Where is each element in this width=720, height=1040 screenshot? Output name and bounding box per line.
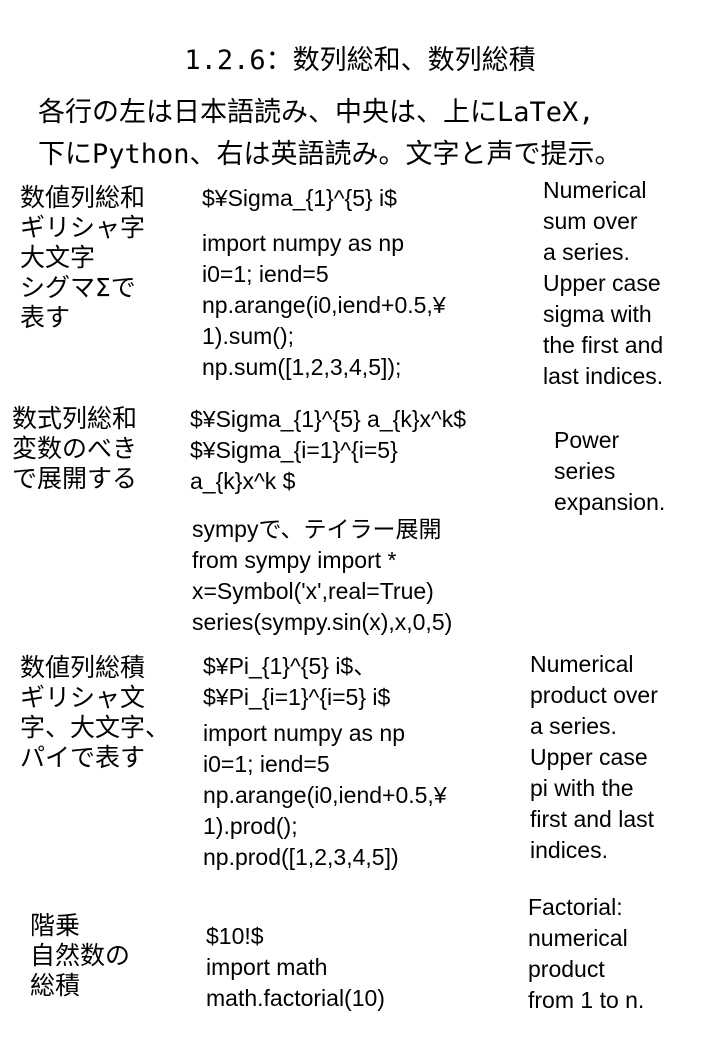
code-line: np.arange(i0,iend+0.5,¥ bbox=[203, 782, 447, 808]
row-series-latex: $¥Sigma_{1}^{5} a_{k}x^k$ $¥Sigma_{i=1}^… bbox=[190, 404, 466, 497]
en-line: last indices. bbox=[543, 363, 664, 389]
row-product-latex: $¥Pi_{1}^{5} i$、 $¥Pi_{i=1}^{i=5} i$ bbox=[203, 651, 390, 713]
en-line: Factorial: bbox=[528, 894, 623, 920]
en-line: product bbox=[528, 956, 605, 982]
row-series-japanese: 数式列総和 変数のべき で展開する bbox=[12, 404, 137, 494]
en-line: Numerical bbox=[530, 651, 634, 677]
code-line: np.prod([1,2,3,4,5]) bbox=[203, 844, 399, 870]
en-line: series bbox=[554, 458, 616, 484]
page: { "title": "1.2.6：数列総和、数列総積", "intro": [… bbox=[0, 0, 720, 1040]
intro-line-2: 下にPython、右は英語読み。文字と声で提示。 bbox=[38, 139, 622, 170]
row-sum-latex: $¥Sigma_{1}^{5} i$ bbox=[202, 185, 397, 211]
latex-line: $¥Pi_{i=1}^{i=5} i$ bbox=[203, 684, 391, 710]
row-product-japanese: 数値列総積 ギリシャ文 字、大文字、 パイで表す bbox=[20, 653, 170, 773]
jp-line: 総積 bbox=[30, 971, 81, 1000]
row-factorial-python: import math math.factorial(10) bbox=[206, 952, 385, 1014]
row-series-python: sympyで、テイラー展開 from sympy import * x=Symb… bbox=[192, 514, 452, 638]
en-line: expansion. bbox=[554, 489, 666, 515]
latex-line: $¥Pi_{1}^{5} i$、 bbox=[203, 653, 377, 679]
jp-line: パイで表す bbox=[20, 743, 146, 772]
en-line: product over bbox=[530, 682, 658, 708]
row-factorial-latex: $10!$ bbox=[206, 923, 264, 949]
code-line: i0=1; iend=5 bbox=[202, 261, 329, 287]
jp-line: 大文字 bbox=[20, 243, 96, 272]
jp-line: 数式列総和 bbox=[12, 404, 138, 433]
code-line: sympyで、テイラー展開 bbox=[192, 516, 442, 542]
en-line: pi with the bbox=[530, 775, 634, 801]
code-line: import numpy as np bbox=[203, 720, 405, 746]
jp-line: ギリシャ字 bbox=[20, 213, 146, 242]
en-line: a series. bbox=[530, 713, 617, 739]
en-line: the first and bbox=[543, 332, 664, 358]
intro-line-1: 各行の左は日本語読み、中央は、上にLaTeX, bbox=[38, 97, 595, 128]
en-line: sigma with bbox=[543, 301, 652, 327]
en-line: Upper case bbox=[530, 744, 648, 770]
jp-line: 階乗 bbox=[30, 911, 81, 940]
en-line: Power bbox=[554, 427, 620, 453]
code-line: series(sympy.sin(x),x,0,5) bbox=[192, 609, 453, 635]
en-line: numerical bbox=[528, 925, 628, 951]
jp-line: 字、大文字、 bbox=[20, 713, 171, 742]
row-factorial-japanese: 階乗 自然数の 総積 bbox=[30, 911, 130, 1001]
code-line: i0=1; iend=5 bbox=[203, 751, 330, 777]
row-sum-english: Numerical sum over a series. Upper case … bbox=[543, 175, 663, 392]
row-product-python: import numpy as np i0=1; iend=5 np.arang… bbox=[203, 718, 447, 873]
row-product-english: Numerical product over a series. Upper c… bbox=[530, 649, 658, 866]
code-line: x=Symbol('x',real=True) bbox=[192, 578, 434, 604]
latex-line: a_{k}x^k $ bbox=[190, 468, 296, 494]
jp-line: 数値列総積 bbox=[20, 653, 146, 682]
jp-line: ギリシャ文 bbox=[20, 683, 146, 712]
code-line: math.factorial(10) bbox=[206, 985, 385, 1011]
code-line: 1).prod(); bbox=[203, 813, 298, 839]
row-factorial-english: Factorial: numerical product from 1 to n… bbox=[528, 892, 644, 1016]
code-line: 1).sum(); bbox=[202, 323, 294, 349]
en-line: indices. bbox=[530, 837, 608, 863]
jp-line: 自然数の bbox=[30, 941, 131, 970]
code-line: import numpy as np bbox=[202, 230, 404, 256]
en-line: sum over bbox=[543, 208, 638, 234]
row-series-english: Power series expansion. bbox=[554, 425, 665, 518]
en-line: Upper case bbox=[543, 270, 661, 296]
row-sum-japanese: 数値列総和 ギリシャ字 大文字 シグマΣで 表す bbox=[20, 183, 145, 333]
jp-line: 表す bbox=[20, 303, 71, 332]
latex-line: $¥Sigma_{i=1}^{i=5} bbox=[190, 437, 398, 463]
en-line: Numerical bbox=[543, 177, 647, 203]
row-sum-python: import numpy as np i0=1; iend=5 np.arang… bbox=[202, 228, 446, 383]
code-line: np.arange(i0,iend+0.5,¥ bbox=[202, 292, 446, 318]
code-line: import math bbox=[206, 954, 328, 980]
latex-line: $¥Sigma_{1}^{5} a_{k}x^k$ bbox=[190, 406, 467, 432]
en-line: first and last bbox=[530, 806, 654, 832]
jp-line: 変数のべき bbox=[12, 434, 138, 463]
jp-line: で展開する bbox=[12, 464, 138, 493]
jp-line: 数値列総和 bbox=[20, 183, 146, 212]
code-line: from sympy import * bbox=[192, 547, 397, 573]
jp-line: シグマΣで bbox=[20, 273, 136, 302]
en-line: a series. bbox=[543, 239, 630, 265]
page-title: 1.2.6：数列総和、数列総積 bbox=[184, 45, 536, 76]
code-line: np.sum([1,2,3,4,5]); bbox=[202, 354, 402, 380]
en-line: from 1 to n. bbox=[528, 987, 645, 1013]
